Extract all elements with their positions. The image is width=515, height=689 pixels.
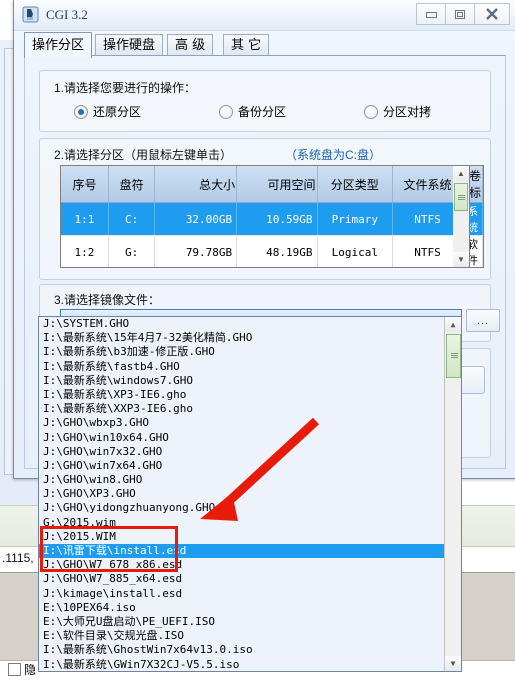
cell-filesystem: NTFS — [393, 236, 463, 269]
browse-button[interactable]: ... — [466, 309, 500, 332]
cell-free: 10.59GB — [237, 203, 317, 236]
cell-type: Logical — [317, 236, 393, 269]
radio-partition-clone[interactable]: 分区对拷 — [364, 103, 431, 120]
maximize-button[interactable] — [445, 3, 474, 25]
dropdown-scrollbar[interactable]: ▲ ▼ — [444, 317, 461, 671]
dropdown-item[interactable]: I:\最新系统\XP3-IE6.gho — [39, 388, 445, 402]
col-type: 分区类型 — [317, 166, 393, 203]
col-free: 可用空间 — [237, 166, 317, 203]
operation-group: 1.请选择您要进行的操作： 还原分区 备份分区 分区对拷 — [39, 70, 491, 132]
col-filesystem: 文件系统 — [393, 166, 463, 203]
step3-label: 3.请选择镜像文件： — [54, 291, 160, 308]
cell-type: Primary — [317, 203, 393, 236]
step2-label: 2.请选择分区（用鼠标左键单击） — [54, 146, 232, 163]
cell-free: 48.19GB — [237, 236, 317, 269]
scroll-up-icon[interactable]: ▲ — [453, 166, 469, 181]
partition-table-scrollbar[interactable]: ▲ ▼ — [453, 165, 470, 268]
window-controls — [416, 3, 510, 25]
cell-total: 79.78GB — [155, 236, 237, 269]
background-version-label: .1115, — [2, 551, 34, 565]
radio-partition-clone-label: 分区对拷 — [383, 103, 431, 120]
col-total: 总大小 — [155, 166, 237, 203]
dropdown-item[interactable]: E:\软件目录\交规光盘.ISO — [39, 629, 445, 643]
dropdown-item[interactable]: J:\kimage\install.esd — [39, 587, 445, 601]
partition-group: 2.请选择分区（用鼠标左键单击） （系统盘为C:盘） 序号 盘符 总大小 可用空… — [39, 138, 491, 280]
tab-operate-disk[interactable]: 操作硬盘 — [95, 34, 163, 57]
col-drive: 盘符 — [108, 166, 155, 203]
radio-restore-partition[interactable]: 还原分区 — [74, 103, 219, 120]
tab-strip: 操作分区 操作硬盘 高 级 其 它 — [24, 32, 506, 56]
dropdown-item[interactable]: I:\最新系统\windows7.GHO — [39, 374, 445, 388]
cell-filesystem: NTFS — [393, 203, 463, 236]
radio-dot-icon — [364, 105, 378, 119]
dropdown-item[interactable]: I:\讯雷下载\install.esd — [39, 544, 445, 558]
tab-advanced[interactable]: 高 级 — [167, 34, 213, 57]
system-drive-hint: （系统盘为C:盘） — [285, 146, 381, 163]
radio-restore-partition-label: 还原分区 — [93, 103, 141, 120]
title-bar: CGI 3.2 — [14, 0, 515, 31]
scroll-down-icon[interactable]: ▼ — [453, 252, 469, 267]
dropdown-item[interactable]: I:\最新系统\GhostWin7x64v13.0.iso — [39, 643, 445, 657]
partition-table-head: 序号 盘符 总大小 可用空间 分区类型 文件系统 卷标 — [61, 166, 483, 203]
table-row[interactable]: 1:1 C: 32.00GB 10.59GB Primary NTFS 系统 — [61, 203, 483, 236]
dropdown-item[interactable]: J:\SYSTEM.GHO — [39, 317, 445, 331]
dropdown-item[interactable]: J:\GHO\W7_885_x64.esd — [39, 572, 445, 586]
operation-radio-row: 还原分区 备份分区 分区对拷 — [74, 103, 474, 120]
dropdown-item[interactable]: J:\GHO\W7 678 x86.esd — [39, 558, 445, 572]
cell-drive: C: — [108, 203, 155, 236]
radio-backup-partition-label: 备份分区 — [238, 103, 286, 120]
partition-table-grid: 序号 盘符 总大小 可用空间 分区类型 文件系统 卷标 1:1 C: — [61, 166, 483, 268]
hide-checkbox[interactable] — [8, 663, 21, 676]
annotation-arrow-icon — [180, 415, 320, 535]
minimize-button[interactable] — [416, 3, 445, 25]
dropdown-scroll-down-icon[interactable]: ▼ — [445, 656, 461, 671]
app-title: CGI 3.2 — [46, 7, 88, 23]
tab-operate-partition[interactable]: 操作分区 — [24, 32, 92, 58]
step1-label: 1.请选择您要进行的操作： — [54, 79, 196, 96]
radio-backup-partition[interactable]: 备份分区 — [219, 103, 364, 120]
cell-drive: G: — [108, 236, 155, 269]
partition-table[interactable]: 序号 盘符 总大小 可用空间 分区类型 文件系统 卷标 1:1 C: — [60, 165, 484, 268]
scrollbar-grip-icon — [458, 195, 465, 200]
table-row[interactable]: 1:2 G: 79.78GB 48.19GB Logical NTFS 软件 — [61, 236, 483, 269]
dropdown-item[interactable]: I:\最新系统\GWin7X32CJ-V5.5.iso — [39, 658, 445, 672]
table-header-row: 序号 盘符 总大小 可用空间 分区类型 文件系统 卷标 — [61, 166, 483, 203]
dropdown-item[interactable]: I:\最新系统\15年4月7-32美化精简.GHO — [39, 331, 445, 345]
partition-table-body: 1:1 C: 32.00GB 10.59GB Primary NTFS 系统 1… — [61, 203, 483, 269]
tab-other[interactable]: 其 它 — [223, 34, 269, 57]
scrollbar-thumb[interactable] — [454, 183, 468, 211]
dropdown-item[interactable]: I:\最新系统\b3加速-修正版.GHO — [39, 345, 445, 359]
dropdown-item[interactable]: E:\大师兄U盘启动\PE_UEFI.ISO — [39, 615, 445, 629]
radio-dot-icon — [74, 105, 88, 119]
dropdown-item[interactable]: I:\最新系统\fastb4.GHO — [39, 360, 445, 374]
dropdown-item[interactable]: E:\10PEX64.iso — [39, 601, 445, 615]
scrollbar-grip-icon — [451, 353, 458, 358]
cell-index: 1:1 — [61, 203, 108, 236]
dropdown-scrollbar-thumb[interactable] — [446, 334, 461, 378]
dropdown-scroll-up-icon[interactable]: ▲ — [445, 317, 461, 332]
hide-checkbox-label: 隐 — [24, 661, 36, 678]
col-index: 序号 — [61, 166, 108, 203]
app-icon — [22, 6, 39, 23]
radio-dot-icon — [219, 105, 233, 119]
cell-index: 1:2 — [61, 236, 108, 269]
cell-total: 32.00GB — [155, 203, 237, 236]
close-window-button[interactable] — [474, 3, 510, 25]
